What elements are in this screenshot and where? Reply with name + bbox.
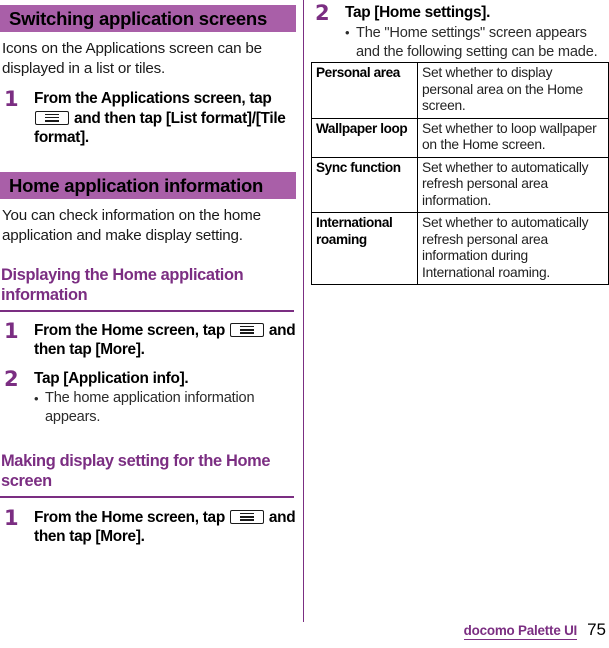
footer-brand-label: docomo Palette UI bbox=[463, 623, 578, 640]
section-intro-text: Icons on the Applications screen can be … bbox=[2, 40, 262, 77]
menu-key-icon bbox=[229, 322, 264, 337]
table-row: Personal area Set whether to display per… bbox=[311, 62, 609, 119]
step-title: Tap [Home settings]. bbox=[345, 4, 491, 21]
home-settings-table: Personal area Set whether to display per… bbox=[311, 62, 609, 285]
subsection-rule bbox=[0, 310, 294, 312]
menu-key-icon bbox=[35, 110, 69, 125]
table-cell-key: Personal area bbox=[311, 62, 418, 119]
step-item: 1 From the Home screen, tap and then tap… bbox=[0, 318, 296, 360]
page-number: 75 bbox=[587, 620, 606, 639]
table-cell-value: Set whether to display personal area on … bbox=[417, 62, 609, 119]
subsection-making-display-setting-home-screen: Making display setting for the Home scre… bbox=[0, 451, 296, 547]
section-banner-heading: Home application information bbox=[0, 172, 296, 199]
step-item: 2 Tap [Application info]. The home appli… bbox=[0, 366, 296, 428]
page-footer: docomo Palette UI 75 bbox=[463, 620, 606, 640]
table-row: Sync function Set whether to automatical… bbox=[311, 156, 609, 213]
table-row: Wallpaper loop Set whether to loop wallp… bbox=[311, 117, 609, 158]
table-cell-key: International roaming bbox=[311, 212, 418, 285]
subsection-rule bbox=[0, 496, 294, 498]
subsection-heading: Making display setting for the Home scre… bbox=[1, 452, 271, 491]
step-title: From the Home screen, tap and then tap [… bbox=[34, 508, 296, 547]
table-cell-value: Set whether to automatically refresh per… bbox=[417, 156, 609, 213]
step-number: 1 bbox=[4, 505, 19, 530]
section-banner-heading: Switching application screens bbox=[0, 5, 296, 32]
section-switching-application-screens: Switching application screens Icons on t… bbox=[0, 5, 296, 148]
manual-page: Switching application screens Icons on t… bbox=[0, 0, 609, 648]
menu-key-icon bbox=[229, 509, 264, 524]
section-intro-text: You can check information on the home ap… bbox=[2, 207, 261, 244]
table-row: International roaming Set whether to aut… bbox=[311, 212, 609, 285]
step-title-part-1: From the Applications screen, tap bbox=[34, 90, 272, 107]
subsection-heading: Displaying the Home application informat… bbox=[1, 266, 244, 304]
step-bullet-list: The home application information appears… bbox=[34, 389, 266, 427]
table-cell-value: Set whether to loop wallpaper on the Hom… bbox=[417, 117, 609, 158]
step-title: Tap [Application info]. bbox=[34, 369, 189, 387]
step-title-part-2: and then tap [List format]/[Tile format]… bbox=[34, 109, 286, 147]
step-number: 1 bbox=[4, 318, 19, 343]
step-title-part-1: From the Home screen, tap bbox=[34, 321, 225, 339]
step-item: 1 From the Applications screen, tap and … bbox=[0, 89, 296, 148]
table-cell-key: Sync function bbox=[311, 156, 418, 213]
table-cell-value: Set whether to automatically refresh per… bbox=[417, 212, 609, 285]
step-item: 2 Tap [Home settings]. The "Home setting… bbox=[311, 3, 609, 62]
step-title: From the Applications screen, tap and th… bbox=[34, 89, 296, 148]
step-title-part-1: From the Home screen, tap bbox=[34, 508, 225, 526]
step-title: From the Home screen, tap and then tap [… bbox=[34, 321, 296, 360]
list-item: The "Home settings" screen appears and t… bbox=[345, 23, 609, 62]
step-number: 2 bbox=[4, 366, 19, 391]
step-number: 1 bbox=[4, 87, 19, 111]
step-bullet-list: The "Home settings" screen appears and t… bbox=[345, 23, 609, 62]
step-item: 1 From the Home screen, tap and then tap… bbox=[0, 505, 296, 547]
column-divider bbox=[303, 0, 305, 622]
subsection-displaying-home-application-information: Displaying the Home application informat… bbox=[0, 265, 296, 427]
step-number: 2 bbox=[315, 1, 330, 25]
table-cell-key: Wallpaper loop bbox=[311, 117, 418, 158]
section-home-application-information: Home application information You can che… bbox=[0, 172, 296, 547]
list-item: The home application information appears… bbox=[34, 389, 266, 427]
